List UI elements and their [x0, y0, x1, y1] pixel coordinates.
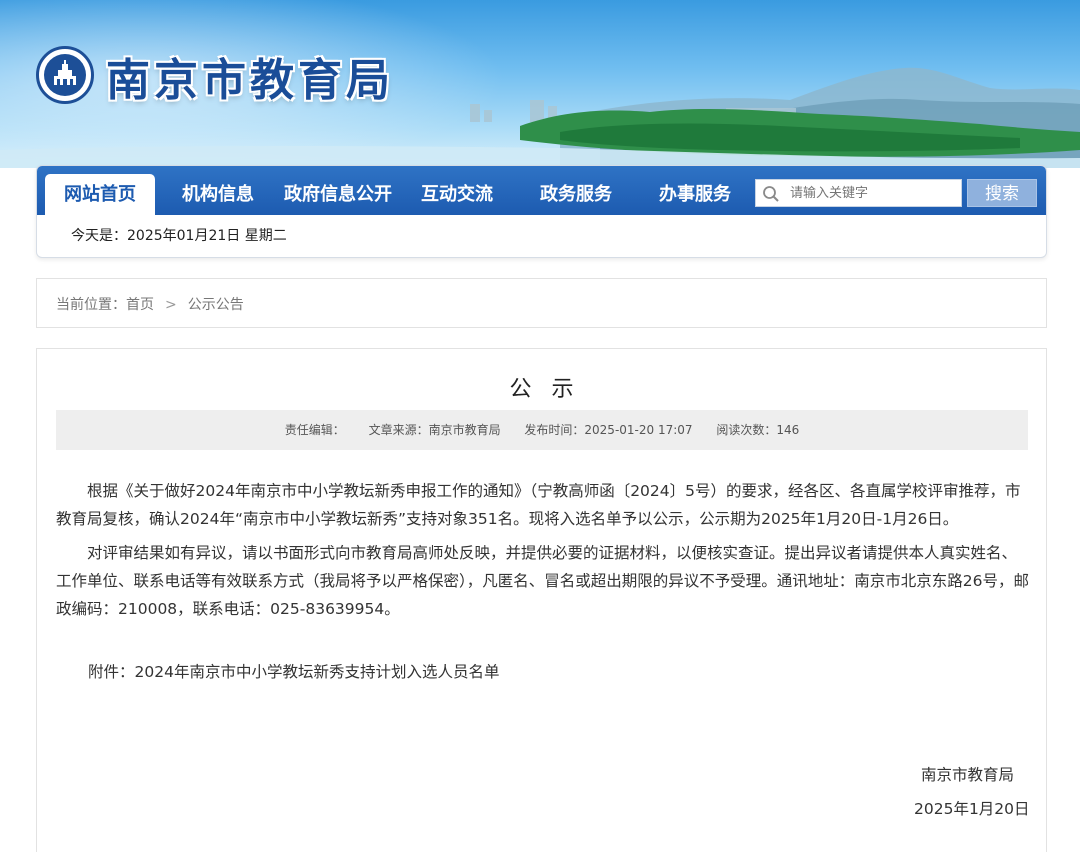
nav-bar: 网站首页 机构信息 政府信息公开 互动交流 政务服务 办事服务 搜索: [37, 166, 1046, 215]
breadcrumb-separator: >: [165, 297, 177, 313]
search-button[interactable]: 搜索: [967, 179, 1037, 207]
header-banner: 南京市教育局: [0, 0, 1080, 168]
nanjing-emblem-icon: [36, 46, 94, 104]
signature-date: 2025年1月20日: [914, 800, 1030, 818]
nav-item-affairs-services[interactable]: 办事服务: [649, 174, 741, 215]
meta-source: 文章来源：南京市教育局: [368, 423, 501, 437]
search-icon: [763, 186, 779, 202]
breadcrumb-home-link[interactable]: 首页: [126, 297, 154, 313]
article-title: 公示: [509, 377, 594, 402]
article-paragraph: 根据《关于做好2024年南京市中小学教坛新秀申报工作的通知》（宁教高师函〔202…: [56, 482, 1021, 528]
main-navigation: 网站首页 机构信息 政府信息公开 互动交流 政务服务 办事服务 搜索 今天是：2…: [36, 165, 1047, 258]
breadcrumb: 当前位置：首页 > 公示公告: [56, 294, 244, 314]
nav-item-gov-info[interactable]: 政府信息公开: [281, 174, 395, 215]
breadcrumb-container: 当前位置：首页 > 公示公告: [36, 278, 1047, 328]
today-date: 今天是：2025年01月21日 星期二: [71, 228, 287, 244]
breadcrumb-current-link[interactable]: 公示公告: [188, 297, 244, 313]
breadcrumb-prefix: 当前位置：: [56, 297, 126, 313]
attachment-link[interactable]: 附件：2024年南京市中小学教坛新秀支持计划入选人员名单: [88, 660, 499, 682]
article-paragraph: 对评审结果如有异议，请以书面形式向市教育局高师处反映，并提供必要的证据材料，以便…: [56, 544, 1029, 618]
site-title: 南京市教育局: [106, 55, 394, 106]
search-box: [755, 179, 962, 207]
article-meta-bar: 责任编辑： 文章来源：南京市教育局 发布时间：2025-01-20 17:07 …: [56, 410, 1028, 450]
nav-item-interaction[interactable]: 互动交流: [411, 174, 503, 215]
meta-view-count: 阅读次数：146: [716, 423, 800, 437]
search-input[interactable]: [790, 182, 958, 204]
meta-editor: 责任编辑：: [284, 423, 345, 437]
nav-item-home[interactable]: 网站首页: [45, 174, 155, 215]
nav-item-gov-services[interactable]: 政务服务: [530, 174, 622, 215]
meta-published-time: 发布时间：2025-01-20 17:07: [524, 423, 693, 437]
article-container: 公示 责任编辑： 文章来源：南京市教育局 发布时间：2025-01-20 17:…: [36, 348, 1047, 852]
nav-item-organization[interactable]: 机构信息: [172, 174, 264, 215]
signature-organization: 南京市教育局: [921, 766, 1015, 784]
